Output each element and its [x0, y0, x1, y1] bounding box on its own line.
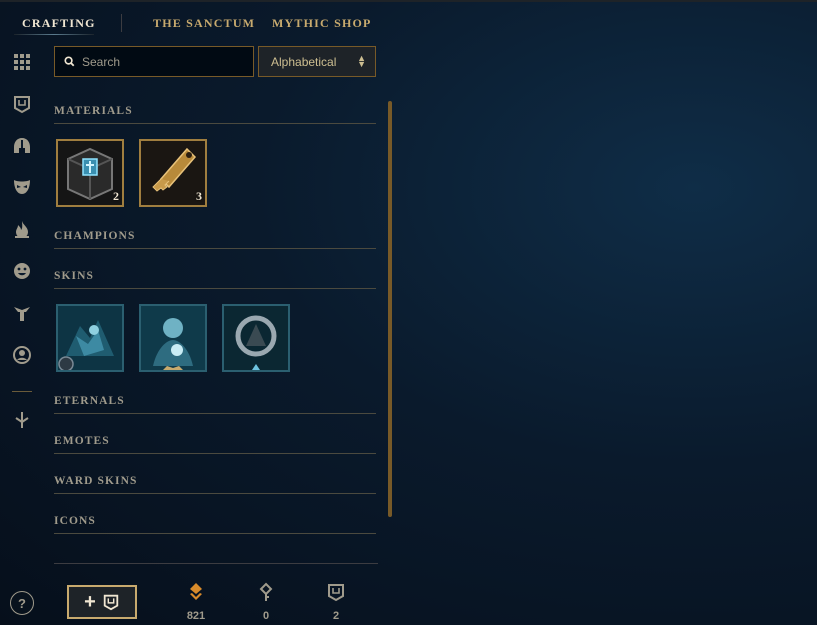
skin-art-icon: [141, 306, 205, 370]
rail-divider: [12, 391, 32, 392]
ward-icon[interactable]: [11, 302, 33, 324]
section-rule: [54, 288, 376, 289]
currency-value: 0: [262, 610, 270, 622]
active-tab-underline: [14, 34, 94, 35]
flame-icon[interactable]: [11, 219, 33, 241]
search-input[interactable]: [82, 54, 242, 69]
search-icon: [64, 56, 75, 67]
section-icons[interactable]: ICONS: [54, 515, 96, 527]
section-skins[interactable]: SKINS: [54, 270, 94, 282]
section-rule: [54, 453, 376, 454]
help-button[interactable]: ?: [10, 591, 34, 615]
section-emotes[interactable]: EMOTES: [54, 435, 110, 447]
search-box[interactable]: [54, 46, 254, 77]
scrollbar[interactable]: [388, 101, 392, 517]
material-count: 3: [196, 189, 202, 203]
skin-tile[interactable]: [139, 304, 207, 372]
plus-label: +: [84, 591, 96, 613]
skin-tile[interactable]: [56, 304, 124, 372]
sort-dropdown[interactable]: Alphabetical ▲ ▼: [258, 46, 376, 77]
tab-mythic-shop[interactable]: MYTHIC SHOP: [272, 16, 372, 31]
currency-chest: 2: [316, 582, 356, 622]
skin-tile[interactable]: [222, 304, 290, 372]
currency-orange-essence: 821: [176, 582, 216, 622]
section-eternals[interactable]: ETERNALS: [54, 395, 125, 407]
nav-separator: [121, 14, 122, 32]
add-chest-button[interactable]: +: [67, 585, 137, 619]
section-ward-skins[interactable]: WARD SKINS: [54, 475, 138, 487]
key-fragment-icon: [259, 582, 273, 601]
top-nav: CRAFTING THE SANCTUM MYTHIC SHOP: [0, 8, 817, 38]
grid-icon[interactable]: [11, 51, 33, 73]
footer-divider: [54, 563, 378, 564]
sort-caret-icon: ▲ ▼: [357, 53, 366, 69]
loot-chest-icon[interactable]: [11, 93, 33, 115]
section-rule: [54, 533, 376, 534]
chest-icon: [328, 584, 344, 602]
tab-crafting[interactable]: CRAFTING: [22, 16, 96, 31]
skin-art-icon: [58, 306, 122, 370]
tab-the-sanctum[interactable]: THE SANCTUM: [153, 16, 255, 31]
currency-value: 2: [332, 610, 340, 622]
section-champions[interactable]: CHAMPIONS: [54, 230, 135, 242]
currency-value: 821: [186, 610, 206, 622]
skin-art-icon: [224, 306, 288, 370]
sort-selected-label: Alphabetical: [271, 54, 337, 69]
arrow-down-icon[interactable]: [11, 409, 33, 431]
material-count: 2: [113, 189, 119, 203]
section-rule: [54, 493, 376, 494]
section-rule: [54, 413, 376, 414]
section-rule: [54, 248, 376, 249]
orange-essence-icon: [190, 583, 202, 600]
profile-icon[interactable]: [11, 344, 33, 366]
top-border: [0, 0, 817, 2]
emote-face-icon[interactable]: [11, 260, 33, 282]
helmet-icon[interactable]: [11, 135, 33, 157]
section-materials[interactable]: MATERIALS: [54, 105, 133, 117]
material-tile-chest[interactable]: 2: [56, 139, 124, 207]
material-tile-key[interactable]: 3: [139, 139, 207, 207]
chest-icon: [103, 594, 119, 611]
mask-icon[interactable]: [11, 176, 33, 198]
currency-key-fragment: 0: [246, 582, 286, 622]
section-rule: [54, 123, 376, 124]
category-rail: [0, 40, 44, 625]
